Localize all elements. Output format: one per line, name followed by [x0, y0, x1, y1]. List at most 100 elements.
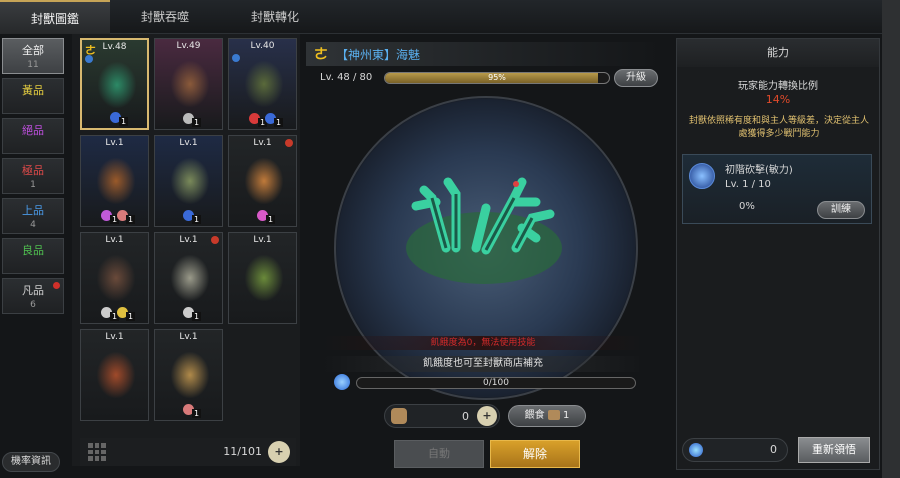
hunger-warning: 飢餓度為0，無法使用技能 [322, 336, 644, 350]
category-label: 全部 [22, 44, 44, 57]
ability-title: 能力 [677, 39, 879, 67]
relearn-button[interactable]: 重新領悟 [798, 437, 870, 463]
beast-figure-icon [97, 255, 135, 301]
beast-figure-icon [171, 61, 209, 107]
beast-card-level: Lv.1 [253, 235, 272, 245]
relearn-label: 重新領悟 [812, 443, 856, 456]
beast-card[interactable]: Lv.1 1 [154, 329, 223, 421]
gem-count: 1 [192, 118, 202, 127]
skill-level: Lv. 1 / 10 [725, 179, 771, 190]
alert-dot-icon [53, 282, 60, 289]
satiety-value: 0/100 [483, 378, 509, 388]
beast-portrait-circle [334, 96, 638, 400]
shop-hint-text: 飢餓度也可至封獸商店補充 [423, 358, 543, 369]
category-count: 11 [27, 60, 39, 70]
beast-card[interactable]: Lv.1 [228, 232, 297, 324]
ability-panel: 能力 玩家能力轉換比例 14% 封獸依照稀有度和與主人等級差，決定從主人處獲得多… [676, 38, 880, 470]
beast-grid-panel: Lv.48 ㄜ 1 Lv.49 1 Lv.40 1 1 Lv.1 1 1 Lv.1 1 Lv.1 1 Lv.1… [72, 34, 300, 466]
gem-count: 1 [192, 312, 202, 321]
hunger-warning-text: 飢餓度為0，無法使用技能 [430, 338, 536, 348]
beast-card-level: Lv.40 [250, 41, 275, 51]
beast-figure-icon [245, 61, 283, 107]
category-label: 上品 [22, 204, 44, 217]
category-3[interactable]: 極品 1 [2, 158, 64, 194]
grid-footer: 11/101 + [80, 438, 296, 466]
beast-figure-icon [171, 158, 209, 204]
expand-slots-button[interactable]: + [268, 441, 290, 463]
exp-progress-label: 95% [488, 73, 506, 82]
beast-card-level: Lv.49 [176, 41, 201, 51]
food-icon [547, 410, 560, 420]
beast-figure-icon [98, 62, 136, 108]
conversion-ratio-label: 玩家能力轉換比例 [738, 81, 818, 92]
satiety-bar: 0/100 [356, 377, 636, 389]
beast-figure-icon [171, 352, 209, 398]
beast-title-bar: ㄜ 【神州東】海魅 [306, 42, 662, 66]
release-label: 解除 [522, 447, 547, 461]
category-label: 良品 [22, 244, 44, 257]
beast-card[interactable]: Lv.1 1 1 [80, 135, 149, 227]
beast-card-level: Lv.1 [179, 332, 198, 342]
tab-beast-codex[interactable]: 封獸圖鑑 [0, 0, 110, 34]
category-4[interactable]: 上品 4 [2, 198, 64, 234]
beast-card[interactable]: Lv.1 1 [228, 135, 297, 227]
category-count: 4 [30, 220, 36, 230]
orb-counter: 0 [682, 438, 788, 462]
shop-hint: 飢餓度也可至封獸商店補充 [322, 356, 644, 372]
beast-card[interactable]: Lv.40 1 1 [228, 38, 297, 130]
auto-label: 自動 [428, 447, 450, 460]
tab-label: 封獸轉化 [250, 10, 299, 24]
window-edge [882, 0, 900, 478]
gem-count: 1 [274, 118, 284, 127]
water-element-icon [85, 55, 93, 63]
alert-dot-icon [211, 236, 219, 244]
beast-card[interactable]: Lv.49 1 [154, 38, 223, 130]
beast-level-text: Lv. 48 / 80 [320, 72, 373, 83]
beast-figure-icon [245, 158, 283, 204]
category-2[interactable]: 絕品 [2, 118, 64, 154]
upgrade-button[interactable]: 升級 [614, 69, 658, 87]
train-label: 訓練 [831, 204, 851, 215]
beast-card[interactable]: Lv.48 ㄜ 1 [80, 38, 149, 130]
skill-progress: 0% [739, 201, 755, 212]
ability-description: 封獸依照稀有度和與主人等級差，決定從主人處獲得多少戰鬥能力 [689, 116, 870, 139]
beast-card[interactable]: Lv.1 [80, 329, 149, 421]
feed-button[interactable]: 餵食 1 [508, 405, 586, 427]
tab-label: 封獸圖鑑 [30, 12, 79, 26]
category-6[interactable]: 凡品 6 [2, 278, 64, 314]
add-food-button[interactable]: + [477, 406, 497, 426]
probability-info-button[interactable]: 機率資訊 [2, 452, 60, 472]
category-1[interactable]: 黃品 [2, 78, 64, 114]
category-label: 絕品 [22, 124, 44, 137]
category-count: 1 [30, 180, 36, 190]
food-counter: 0 + [384, 404, 500, 428]
train-button[interactable]: 訓練 [817, 201, 865, 219]
category-label: 黃品 [22, 84, 44, 97]
gem-count: 1 [119, 117, 129, 126]
gem-count: 1 [192, 215, 202, 224]
feed-label: 餵食 [524, 410, 545, 421]
tab-beast-convert[interactable]: 封獸轉化 [220, 0, 330, 34]
beast-card[interactable]: Lv.1 1 [154, 135, 223, 227]
gem-count: 1 [126, 312, 136, 321]
tab-beast-devour[interactable]: 封獸吞噬 [110, 0, 220, 34]
category-0[interactable]: 全部 11 [2, 38, 64, 74]
category-count: 6 [30, 300, 36, 310]
beast-card[interactable]: Lv.1 1 1 [80, 232, 149, 324]
beast-figure-icon [245, 255, 283, 301]
beast-figure-icon [97, 158, 135, 204]
beast-card[interactable]: Lv.1 1 [154, 232, 223, 324]
beast-card-level: Lv.1 [105, 235, 124, 245]
release-button[interactable]: 解除 [490, 440, 580, 468]
upgrade-label: 升級 [626, 72, 646, 83]
beast-figure-icon [97, 352, 135, 398]
auto-button[interactable]: 自動 [394, 440, 484, 468]
slash-skill-icon [689, 163, 715, 189]
gem-count: 1 [192, 409, 202, 418]
exp-progress-bar: 95% [384, 72, 610, 84]
category-label: 極品 [22, 164, 44, 177]
category-5[interactable]: 良品 [2, 238, 64, 274]
grid-view-icon[interactable] [88, 443, 106, 461]
satiety-flame-icon [334, 374, 350, 390]
food-bag-icon [391, 408, 407, 424]
